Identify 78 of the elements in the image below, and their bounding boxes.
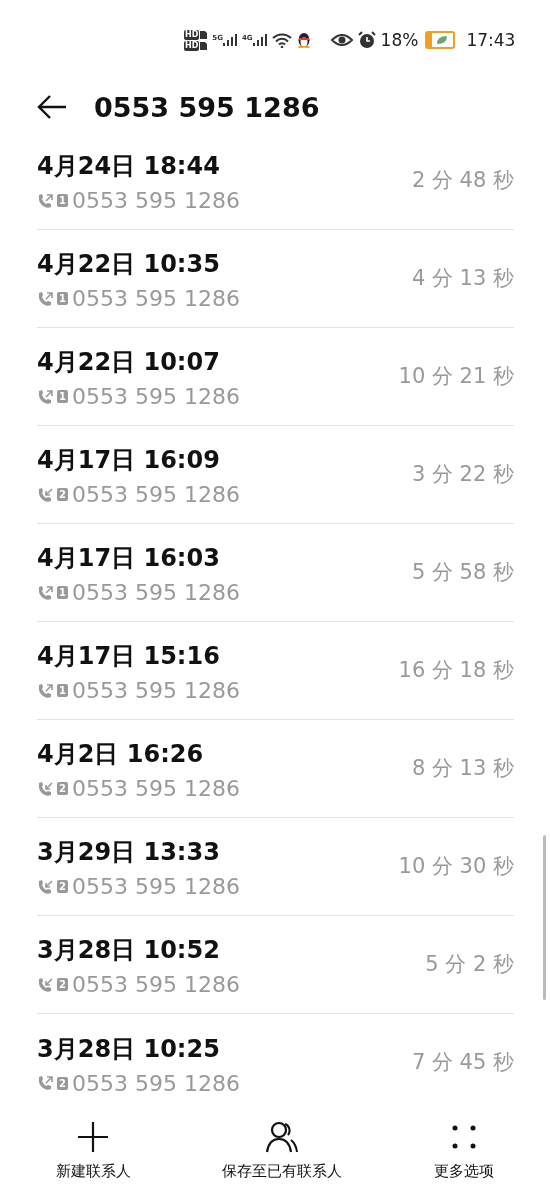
toolbar-button[interactable]: 新建联系人 bbox=[49, 1111, 137, 1191]
phone-number: 0553 595 1286 bbox=[71, 188, 240, 213]
battery-icon bbox=[425, 31, 456, 49]
call-record[interactable]: 3月29日 13:33 2 0553 595 1286 10 分 30 秒 bbox=[37, 818, 514, 916]
call-time: 4月2日 16:26 bbox=[37, 739, 205, 770]
sim-badge: 2 bbox=[57, 1076, 68, 1090]
phone-number: 0553 595 1286 bbox=[71, 678, 240, 703]
back-arrow-icon bbox=[36, 94, 68, 120]
phone-number: 0553 595 1286 bbox=[71, 384, 240, 409]
call-time: 4月22日 10:07 bbox=[37, 347, 221, 378]
battery-percent: 18% bbox=[380, 30, 419, 50]
back-button[interactable] bbox=[36, 94, 68, 120]
call-duration: 10 分 30 秒 bbox=[398, 852, 514, 880]
call-record[interactable]: 4月22日 10:35 1 0553 595 1286 4 分 13 秒 bbox=[37, 230, 514, 328]
sim-badge: 2 bbox=[57, 978, 68, 991]
call-duration: 7 分 45 秒 bbox=[411, 1049, 514, 1076]
incoming-call-icon bbox=[37, 976, 53, 993]
call-record[interactable]: 4月24日 18:44 1 0553 595 1286 2 分 48 秒 bbox=[37, 132, 514, 230]
call-duration: 5 分 2 秒 bbox=[425, 950, 514, 978]
call-time: 4月24日 18:44 bbox=[37, 151, 221, 182]
call-time: 3月28日 10:52 bbox=[37, 935, 221, 966]
more-icon bbox=[452, 1125, 477, 1149]
outgoing-call-icon bbox=[37, 682, 53, 699]
call-time: 4月22日 10:35 bbox=[37, 249, 221, 280]
phone-number: 0553 595 1286 bbox=[71, 776, 240, 801]
outgoing-call-icon bbox=[37, 290, 53, 307]
call-record[interactable]: 3月28日 10:25 2 0553 595 1286 7 分 45 秒 bbox=[37, 1014, 514, 1112]
eye-icon bbox=[330, 33, 353, 47]
incoming-call-icon bbox=[37, 780, 53, 797]
call-duration: 5 分 58 秒 bbox=[411, 558, 514, 586]
call-duration: 4 分 13 秒 bbox=[411, 264, 514, 292]
sim-badge: 1 bbox=[57, 390, 68, 403]
sim-badge: 2 bbox=[57, 880, 68, 893]
page-title: 0553 595 1286 bbox=[94, 91, 320, 123]
call-duration: 10 分 21 秒 bbox=[398, 362, 514, 390]
call-record[interactable]: 4月17日 16:09 2 0553 595 1286 3 分 22 秒 bbox=[37, 426, 514, 524]
phone-number: 0553 595 1286 bbox=[71, 1070, 240, 1096]
sim-badge: 1 bbox=[57, 586, 68, 599]
toolbar-button[interactable]: 保存至已有联系人 bbox=[216, 1111, 349, 1191]
call-time: 4月17日 16:03 bbox=[37, 543, 221, 574]
contact-icon bbox=[265, 1121, 300, 1153]
call-record[interactable]: 4月17日 16:03 1 0553 595 1286 5 分 58 秒 bbox=[37, 524, 514, 622]
toolbar-button[interactable]: 更多选项 bbox=[428, 1111, 501, 1191]
phone-number: 0553 595 1286 bbox=[71, 972, 240, 997]
clock: 17:43 bbox=[466, 30, 516, 50]
phone-number: 0553 595 1286 bbox=[71, 482, 240, 507]
sim-badge: 1 bbox=[57, 194, 68, 207]
outgoing-call-icon bbox=[37, 388, 53, 405]
outgoing-call-icon bbox=[37, 1075, 53, 1091]
phone-number: 0553 595 1286 bbox=[71, 580, 240, 605]
incoming-call-icon bbox=[37, 486, 53, 503]
call-time: 4月17日 15:16 bbox=[37, 641, 221, 672]
call-time: 4月17日 16:09 bbox=[37, 445, 221, 476]
outgoing-call-icon bbox=[37, 192, 53, 209]
wifi-icon bbox=[271, 32, 292, 48]
penguin-icon bbox=[296, 32, 311, 48]
call-record[interactable]: 4月17日 15:16 1 0553 595 1286 16 分 18 秒 bbox=[37, 622, 514, 720]
sim-badge: 2 bbox=[57, 782, 68, 795]
alarm-icon bbox=[357, 31, 376, 49]
incoming-call-icon bbox=[37, 878, 53, 895]
call-record[interactable]: 4月2日 16:26 2 0553 595 1286 8 分 13 秒 bbox=[37, 720, 514, 818]
call-time: 3月28日 10:25 bbox=[37, 1033, 221, 1065]
call-duration: 3 分 22 秒 bbox=[411, 460, 514, 488]
call-time: 3月29日 13:33 bbox=[37, 837, 221, 868]
sim-badge: 1 bbox=[57, 684, 68, 697]
call-duration: 8 分 13 秒 bbox=[411, 754, 514, 782]
outgoing-call-icon bbox=[37, 584, 53, 601]
signal-icon bbox=[252, 34, 267, 46]
phone-number: 0553 595 1286 bbox=[71, 286, 240, 311]
sim-badge: 1 bbox=[57, 292, 68, 305]
phone-number: 0553 595 1286 bbox=[71, 874, 240, 899]
signal-icon bbox=[222, 34, 237, 46]
sim-badge: 2 bbox=[57, 488, 68, 501]
plus-icon bbox=[77, 1121, 110, 1153]
call-duration: 16 分 18 秒 bbox=[398, 656, 514, 684]
call-record[interactable]: 4月22日 10:07 1 0553 595 1286 10 分 21 秒 bbox=[37, 328, 514, 426]
call-record[interactable]: 3月28日 10:52 2 0553 595 1286 5 分 2 秒 bbox=[37, 916, 514, 1014]
call-duration: 2 分 48 秒 bbox=[411, 166, 514, 194]
